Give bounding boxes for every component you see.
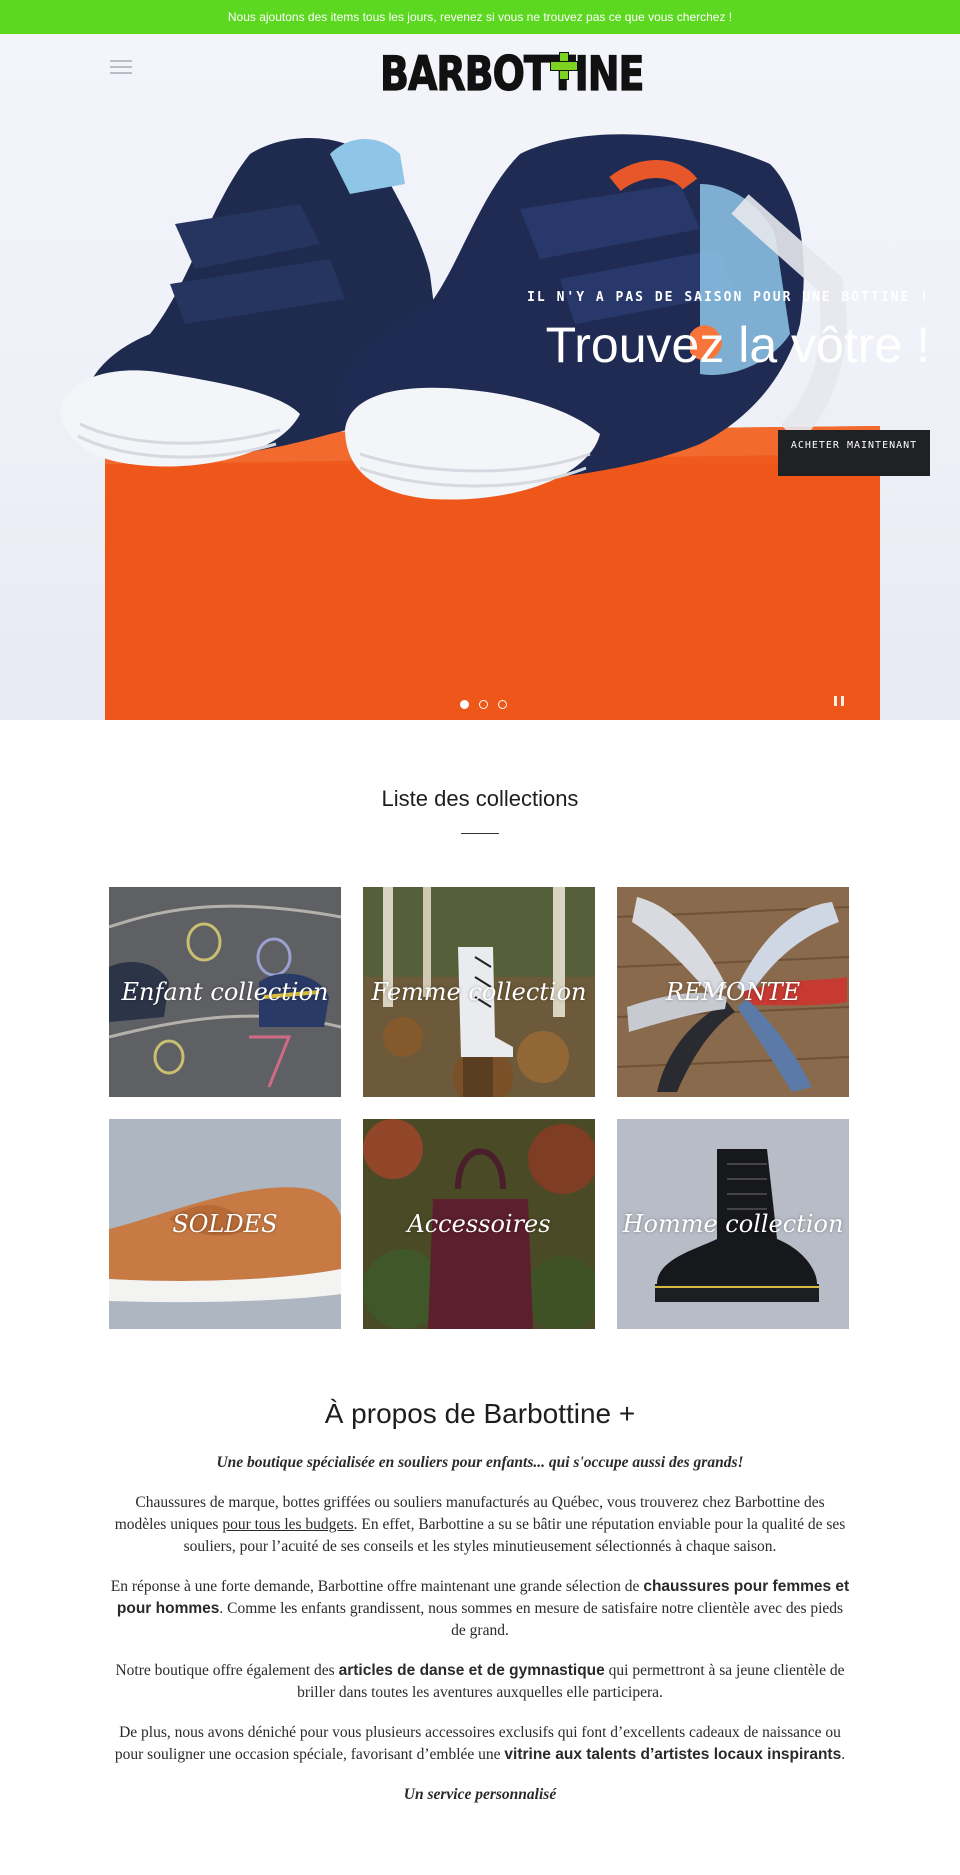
announcement-text: Nous ajoutons des items tous les jours, …	[227, 10, 733, 24]
collection-tile-accessoires[interactable]: Accessoires	[363, 1119, 595, 1329]
budget-link[interactable]: pour tous les budgets	[222, 1516, 353, 1533]
collection-tile-femme[interactable]: Femme collection	[363, 887, 595, 1097]
about-paragraph-4: De plus, nous avons déniché pour vous pl…	[114, 1724, 846, 1763]
plus-icon	[550, 52, 578, 80]
slide-dot-1[interactable]	[460, 700, 469, 709]
hero-title: Trouvez la vôtre !	[545, 317, 930, 373]
collection-label: REMONTE	[665, 978, 801, 1006]
menu-button[interactable]	[110, 60, 132, 78]
collection-label: Enfant collection	[121, 978, 329, 1006]
collection-label: Homme collection	[622, 1210, 844, 1238]
about-lead: Une boutique spécialisée en souliers pou…	[216, 1454, 744, 1471]
collection-tile-remonte[interactable]: REMONTE	[617, 887, 849, 1097]
logo-text: BARBOTTINE	[380, 45, 646, 101]
pause-icon[interactable]	[834, 696, 844, 706]
about-paragraph-1: Chaussures de marque, bottes griffées ou…	[114, 1494, 846, 1555]
hero-image	[60, 134, 880, 720]
title-divider	[461, 833, 499, 834]
collection-label: SOLDES	[172, 1210, 278, 1238]
hamburger-icon	[110, 60, 132, 62]
slide-dots	[460, 696, 513, 714]
slide-dot-2[interactable]	[479, 700, 488, 709]
slide-dot-3[interactable]	[498, 700, 507, 709]
collection-label: Accessoires	[407, 1210, 551, 1238]
about-title: À propos de Barbottine +	[324, 1398, 636, 1429]
hero-subheading: IL N'Y A PAS DE SAISON POUR UNE BOTTINE …	[527, 290, 930, 305]
about-paragraph-3: Notre boutique offre également des artic…	[115, 1662, 845, 1701]
collection-tile-soldes[interactable]: SOLDES	[109, 1119, 341, 1329]
site-logo[interactable]: BARBOTTINE	[380, 42, 646, 104]
hero-slideshow: BARBOTTINE IL N'Y A PAS DE SAISON POUR U…	[0, 34, 960, 720]
collections-title: Liste des collections	[381, 786, 579, 811]
collection-label: Femme collection	[371, 978, 587, 1006]
collection-tile-enfant[interactable]: Enfant collection	[109, 887, 341, 1097]
collection-tile-homme[interactable]: Homme collection	[617, 1119, 849, 1329]
about-subhead: Un service personnalisé	[403, 1786, 557, 1803]
about-paragraph-2: En réponse à une forte demande, Barbotti…	[110, 1578, 850, 1639]
announcement-bar: Nous ajoutons des items tous les jours, …	[0, 0, 960, 34]
about-text: Une boutique spécialisée en souliers pou…	[108, 1452, 852, 1824]
shop-now-button[interactable]: ACHETER MAINTENANT	[778, 430, 930, 476]
